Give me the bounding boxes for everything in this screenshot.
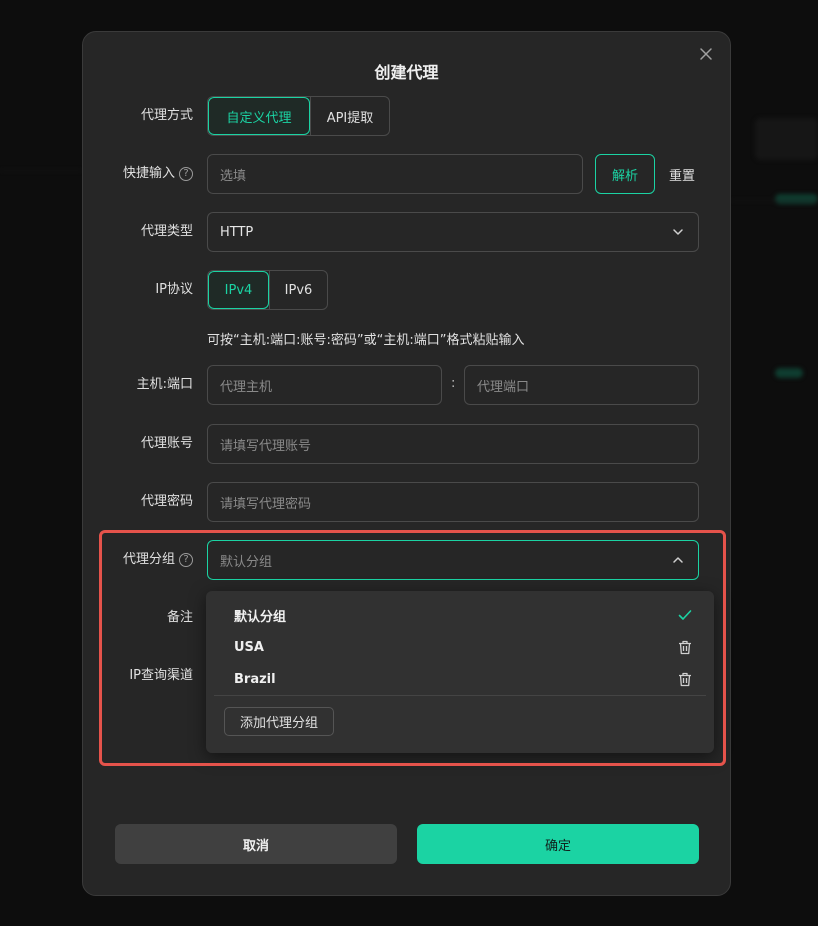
cancel-button[interactable]: 取消 — [115, 824, 397, 864]
chevron-up-icon — [673, 557, 683, 563]
ipv6-option[interactable]: IPv6 — [269, 271, 327, 309]
ip-channel-label: IP查询渠道 — [129, 668, 193, 683]
ip-protocol-segmented: IPv4 IPv6 — [207, 270, 328, 310]
group-option-usa[interactable]: USA — [206, 631, 714, 663]
proxy-type-select[interactable]: HTTP — [207, 212, 699, 252]
group-option-brazil[interactable]: Brazil — [206, 663, 714, 695]
ipv4-option[interactable]: IPv4 — [208, 271, 269, 309]
trash-icon[interactable] — [678, 640, 692, 655]
group-option-label: 默认分组 — [234, 609, 287, 625]
group-select[interactable]: 默认分组 — [207, 540, 699, 580]
proxy-type-label: 代理类型 — [140, 224, 193, 239]
group-option-default[interactable]: 默认分组 — [206, 599, 714, 631]
reset-button[interactable]: 重置 — [669, 165, 695, 184]
proxy-type-value: HTTP — [220, 224, 254, 240]
ip-protocol-label: IP协议 — [155, 282, 193, 297]
dropdown-divider — [214, 695, 706, 696]
bg-divider — [0, 170, 82, 171]
dialog-title: 创建代理 — [374, 63, 439, 82]
proxy-mode-label: 代理方式 — [140, 108, 193, 123]
group-option-label: USA — [234, 639, 264, 655]
group-label-wrap: 代理分组? — [123, 548, 193, 567]
host-port-separator: : — [451, 376, 456, 391]
confirm-button[interactable]: 确定 — [417, 824, 699, 864]
check-icon — [678, 610, 692, 620]
group-label: 代理分组 — [122, 552, 175, 567]
group-dropdown: 默认分组 USA Brazil 添加代理分组 — [206, 591, 714, 753]
bg-panel — [755, 118, 818, 160]
chevron-down-icon — [673, 229, 683, 235]
password-input[interactable]: 请填写代理密码 — [207, 482, 699, 522]
help-icon[interactable]: ? — [179, 553, 193, 567]
parse-button[interactable]: 解析 — [595, 154, 655, 194]
trash-icon[interactable] — [678, 672, 692, 687]
close-icon[interactable] — [698, 46, 714, 62]
bg-badge — [775, 194, 818, 204]
port-input[interactable]: 代理端口 — [464, 365, 699, 405]
remark-label: 备注 — [166, 610, 193, 625]
proxy-mode-segmented: 自定义代理 API提取 — [207, 96, 390, 136]
quick-input-label: 快捷输入 — [122, 166, 175, 181]
group-option-label: Brazil — [234, 671, 276, 687]
help-icon[interactable]: ? — [179, 167, 193, 181]
host-input[interactable]: 代理主机 — [207, 365, 442, 405]
password-label: 代理密码 — [140, 494, 193, 509]
account-input[interactable]: 请填写代理账号 — [207, 424, 699, 464]
quick-input-label-wrap: 快捷输入? — [123, 162, 193, 181]
proxy-mode-api-option[interactable]: API提取 — [310, 97, 389, 135]
create-proxy-dialog: 创建代理 代理方式 自定义代理 API提取 快捷输入? 选填 解析 重置 代理类… — [82, 31, 731, 896]
proxy-mode-custom-option[interactable]: 自定义代理 — [208, 97, 310, 135]
quick-input-field[interactable]: 选填 — [207, 154, 583, 194]
group-select-value: 默认分组 — [220, 554, 273, 570]
account-label: 代理账号 — [140, 436, 193, 451]
bg-divider — [731, 200, 818, 201]
add-group-button[interactable]: 添加代理分组 — [224, 707, 335, 736]
bg-badge — [775, 368, 803, 378]
host-port-label: 主机:端口 — [136, 377, 193, 392]
paste-format-hint: 可按“主机:端口:账号:密码”或“主机:端口”格式粘贴输入 — [207, 333, 525, 348]
